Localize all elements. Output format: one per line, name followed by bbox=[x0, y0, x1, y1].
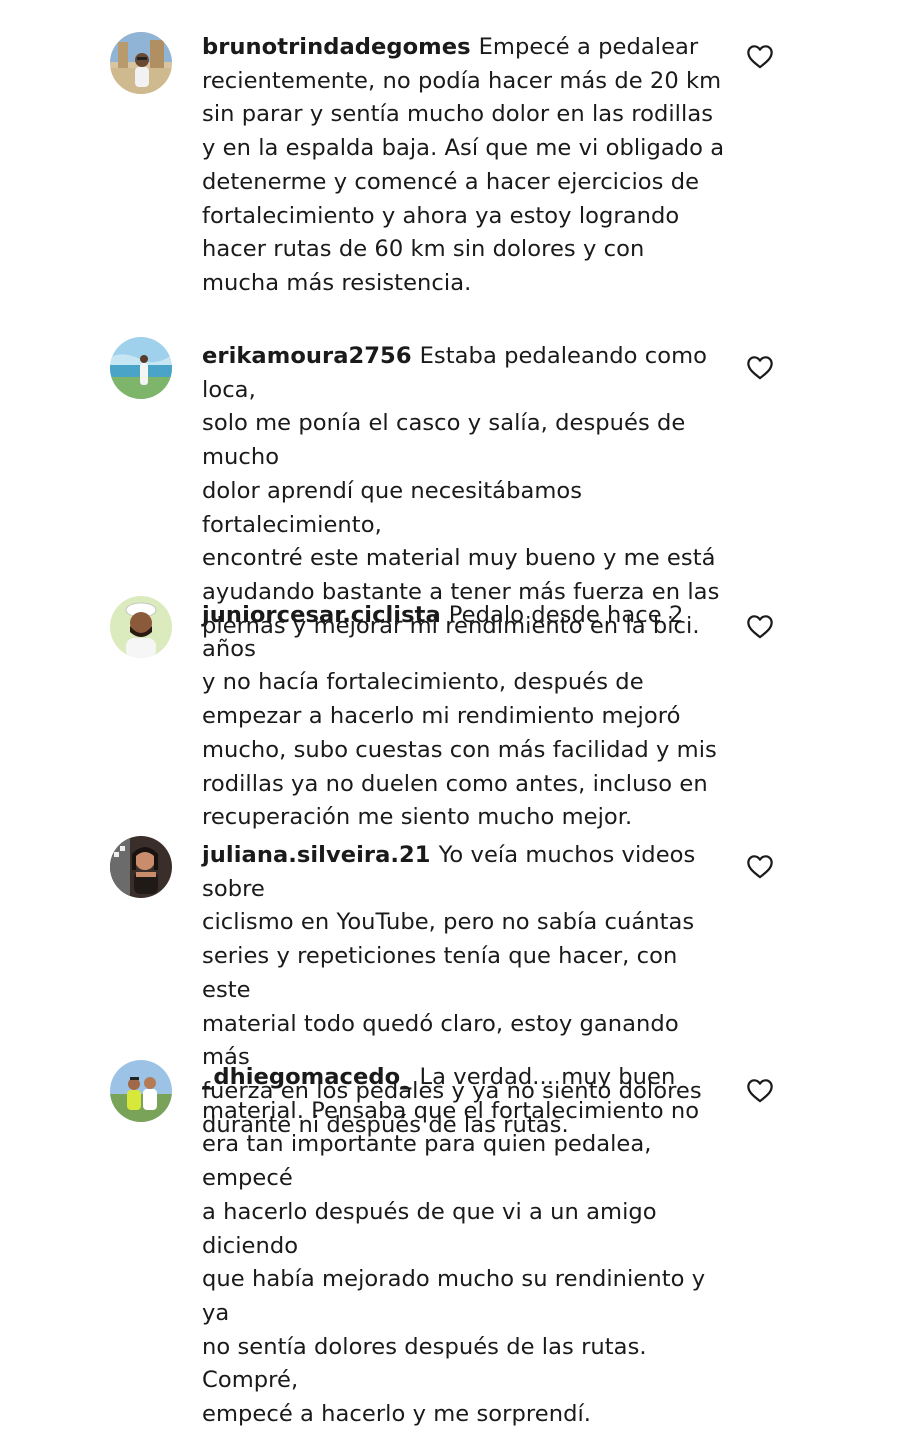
avatar[interactable] bbox=[110, 337, 172, 399]
comment-text: Pedalo desde hace 2 años y no hacía fort… bbox=[202, 602, 717, 831]
avatar[interactable] bbox=[110, 1060, 172, 1122]
comment-body: _dhiegomacedo_ La verdad... muy buen mate… bbox=[202, 1061, 732, 1432]
like-button[interactable] bbox=[746, 613, 774, 639]
heart-outline-icon bbox=[747, 1079, 773, 1103]
heart-outline-icon bbox=[747, 45, 773, 69]
comment-body: brunotrindadegomes Empecé a pedalear reci… bbox=[202, 31, 732, 301]
avatar[interactable] bbox=[110, 32, 172, 94]
comment-username[interactable]: brunotrindadegomes bbox=[202, 34, 471, 60]
comment-text: La verdad... muy buen material. Pensaba … bbox=[202, 1064, 706, 1428]
comment-username[interactable]: juniorcesar.ciclista bbox=[202, 602, 441, 628]
like-button[interactable] bbox=[746, 43, 774, 69]
comment-username[interactable]: _dhiegomacedo_ bbox=[202, 1064, 412, 1090]
like-button[interactable] bbox=[746, 354, 774, 380]
like-button[interactable] bbox=[746, 1077, 774, 1103]
heart-outline-icon bbox=[747, 615, 773, 639]
heart-outline-icon bbox=[747, 356, 773, 380]
comment-text: Estaba pedaleando como loca, solo me pon… bbox=[202, 343, 720, 639]
comment-body: erikamoura2756 Estaba pedaleando como loc… bbox=[202, 340, 732, 643]
avatar[interactable] bbox=[110, 836, 172, 898]
heart-outline-icon bbox=[747, 855, 773, 879]
comment-text: Empecé a pedalear recientemente, no podí… bbox=[202, 34, 725, 296]
comment-body: juniorcesar.ciclista Pedalo desde hace 2 … bbox=[202, 599, 732, 835]
comment-username[interactable]: erikamoura2756 bbox=[202, 343, 412, 369]
like-button[interactable] bbox=[746, 853, 774, 879]
comment-username[interactable]: juliana.silveira.21 bbox=[202, 842, 431, 868]
avatar[interactable] bbox=[110, 596, 172, 658]
